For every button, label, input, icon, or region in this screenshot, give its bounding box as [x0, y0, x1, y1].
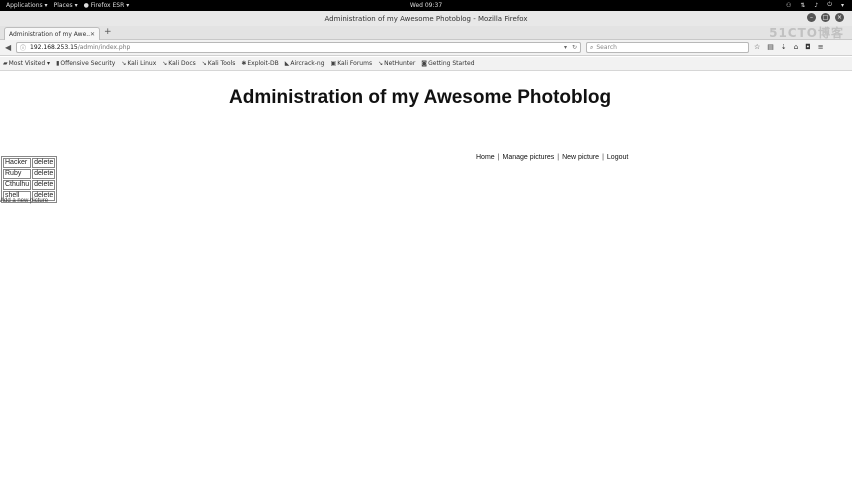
- table-row: Hacker delete: [3, 158, 56, 168]
- maximize-icon[interactable]: □: [821, 13, 830, 22]
- reload-icon[interactable]: ↻: [572, 44, 577, 51]
- home-icon[interactable]: ⌂: [794, 43, 798, 51]
- kali-icon: ↘: [162, 60, 168, 67]
- url-bar[interactable]: ⓘ 192.168.253.15/admin/index.php ▾ ↻: [16, 42, 581, 53]
- bookmark-label: NetHunter: [384, 60, 416, 67]
- nav-logout-link[interactable]: Logout: [607, 154, 628, 161]
- active-app-menu[interactable]: ● Firefox ESR ▾: [84, 2, 130, 9]
- bookmarks-toolbar: ▰ Most Visited ▾ ▮ Offensive Security ↘ Kal…: [0, 57, 852, 71]
- table-row: Ruby delete: [3, 169, 56, 179]
- search-placeholder: Search: [596, 44, 617, 51]
- page-content: Administration of my Awesome Photoblog H…: [0, 72, 852, 480]
- nav-new-picture-link[interactable]: New picture: [562, 154, 599, 161]
- navigation-toolbar: ◀ ⓘ 192.168.253.15/admin/index.php ▾ ↻ ⌕…: [0, 40, 852, 56]
- chevron-down-icon[interactable]: ▾: [841, 2, 844, 9]
- bookmark-kali-linux[interactable]: ↘ Kali Linux: [121, 60, 156, 67]
- folder-icon: ▰: [3, 60, 8, 67]
- bookmark-label: Offensive Security: [60, 60, 116, 67]
- table-row: Cthulhu delete: [3, 180, 56, 190]
- download-icon[interactable]: ⇣: [781, 43, 787, 51]
- reading-list-icon[interactable]: ▤: [767, 43, 774, 51]
- nav-separator: |: [497, 154, 500, 161]
- search-bar[interactable]: ⌕ Search: [586, 42, 749, 53]
- bookmark-kali-forums[interactable]: ▣ Kali Forums: [331, 60, 373, 67]
- bookmark-exploit-db[interactable]: ✱ Exploit-DB: [241, 60, 278, 67]
- nav-separator: |: [602, 154, 604, 161]
- bookmark-label: Getting Started: [428, 60, 475, 67]
- nav-separator: |: [557, 154, 560, 161]
- exploit-icon: ✱: [241, 60, 247, 67]
- delete-link[interactable]: delete: [32, 169, 56, 179]
- bookmark-offensive-security[interactable]: ▮ Offensive Security: [56, 60, 115, 67]
- window-title: Administration of my Awesome Photoblog -…: [324, 14, 528, 23]
- window-controls: – □ ×: [807, 13, 844, 22]
- nav-home-link[interactable]: Home: [476, 154, 495, 161]
- url-host: 192.168.253.15: [30, 44, 78, 51]
- bookmark-aircrack-ng[interactable]: ◣ Aircrack-ng: [285, 60, 325, 67]
- bookmark-icon: ▮: [56, 60, 60, 67]
- system-tray: ⚇ ⇅ ♪ ⏻ ▾: [786, 1, 844, 9]
- toolbar-icons: ☆ ▤ ⇣ ⌂ ◘ ≡: [754, 43, 824, 51]
- bookmark-label: Kali Docs: [168, 60, 196, 67]
- firefox-icon: ●: [83, 2, 89, 9]
- nav-manage-pictures-link[interactable]: Manage pictures: [503, 154, 555, 161]
- bookmark-most-visited[interactable]: ▰ Most Visited ▾: [3, 60, 50, 67]
- picture-name: Hacker: [3, 158, 32, 168]
- new-tab-icon[interactable]: +: [104, 27, 112, 37]
- volume-icon[interactable]: ♪: [814, 2, 818, 9]
- bookmark-label: Most Visited ▾: [8, 60, 51, 67]
- network-icon[interactable]: ⇅: [800, 2, 805, 9]
- info-icon[interactable]: ⓘ: [20, 43, 26, 52]
- tab-title: Administration of my Awe...: [9, 30, 90, 38]
- aircrack-icon: ◣: [284, 60, 290, 67]
- pocket-icon[interactable]: ◘: [805, 43, 811, 51]
- watermark: 51CTO博客: [769, 26, 844, 40]
- bookmark-label: Kali Linux: [127, 60, 157, 67]
- bookmark-label: Exploit-DB: [247, 60, 279, 67]
- pictures-table: Hacker delete Ruby delete Cthulhu delete…: [1, 156, 58, 203]
- picture-name: Cthulhu: [3, 180, 32, 190]
- admin-nav: Home | Manage pictures | New picture | Logout: [476, 154, 628, 161]
- delete-link[interactable]: delete: [32, 180, 56, 190]
- star-icon[interactable]: ☆: [754, 43, 760, 51]
- bookmark-label: Kali Tools: [207, 60, 236, 67]
- bookmark-kali-tools[interactable]: ↘ Kali Tools: [202, 60, 236, 67]
- window-titlebar: Administration of my Awesome Photoblog -…: [0, 11, 852, 26]
- picture-name: Ruby: [3, 169, 32, 179]
- tab-strip: Administration of my Awe... ✕ +: [0, 26, 852, 40]
- kali-icon: ↘: [121, 60, 127, 67]
- bookmark-nethunter[interactable]: ↘ NetHunter: [378, 60, 415, 67]
- close-icon[interactable]: ×: [835, 13, 844, 22]
- dropdown-arrow-icon[interactable]: ▾: [564, 44, 567, 51]
- clock[interactable]: Wed 09:37: [410, 2, 442, 9]
- start-icon: ◙: [421, 60, 428, 67]
- minimize-icon[interactable]: –: [807, 13, 816, 22]
- search-icon: ⌕: [590, 43, 594, 51]
- forum-icon: ▣: [330, 60, 337, 67]
- tab-admin[interactable]: Administration of my Awe... ✕: [4, 27, 100, 40]
- bookmark-getting-started[interactable]: ◙ Getting Started: [421, 60, 474, 67]
- bookmark-label: Kali Forums: [337, 60, 373, 67]
- user-icon[interactable]: ⚇: [786, 2, 791, 9]
- kali-icon: ↘: [378, 60, 384, 67]
- bookmark-label: Aircrack-ng: [290, 60, 325, 67]
- applications-menu[interactable]: Applications ▾: [6, 2, 48, 9]
- add-picture-link[interactable]: Add a new picture: [0, 198, 48, 204]
- active-app-label: Firefox ESR ▾: [90, 2, 130, 9]
- bookmark-kali-docs[interactable]: ↘ Kali Docs: [162, 60, 196, 67]
- delete-link[interactable]: delete: [32, 158, 56, 168]
- back-arrow-icon[interactable]: ◀: [5, 43, 11, 52]
- power-icon[interactable]: ⏻: [827, 1, 832, 9]
- kali-icon: ↘: [201, 60, 207, 67]
- tab-close-icon[interactable]: ✕: [90, 31, 95, 38]
- url-actions: ▾ ↻: [564, 44, 577, 51]
- page-title: Administration of my Awesome Photoblog: [229, 87, 612, 108]
- gnome-top-panel: Applications ▾ Places ▾ ● Firefox ESR ▾ …: [0, 0, 852, 11]
- places-menu[interactable]: Places ▾: [54, 2, 78, 9]
- menu-icon[interactable]: ≡: [818, 43, 824, 51]
- url-path: /admin/index.php: [77, 44, 131, 51]
